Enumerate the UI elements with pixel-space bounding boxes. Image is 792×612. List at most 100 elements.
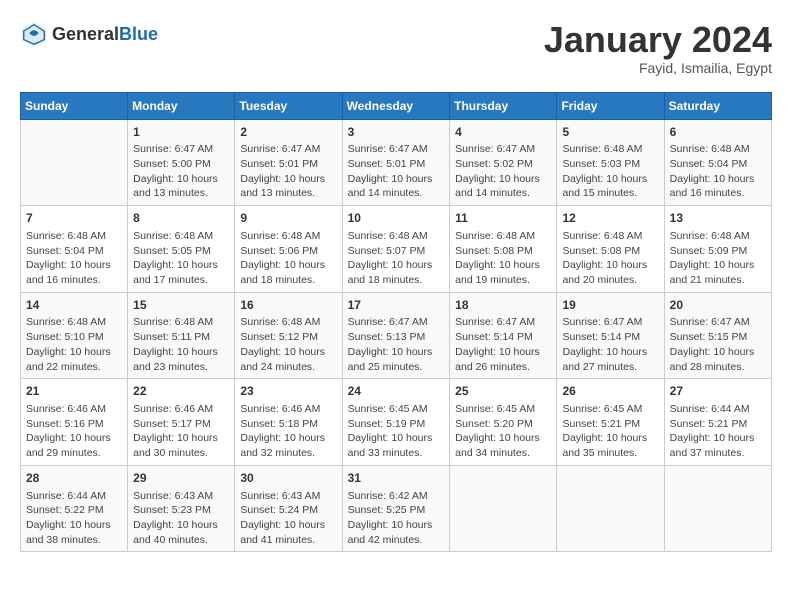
day-number: 8 [133,210,229,227]
calendar-cell: 16Sunrise: 6:48 AM Sunset: 5:12 PM Dayli… [235,292,342,379]
calendar-cell: 25Sunrise: 6:45 AM Sunset: 5:20 PM Dayli… [450,379,557,466]
cell-content: Sunrise: 6:47 AM Sunset: 5:02 PM Dayligh… [455,142,551,201]
day-number: 24 [348,383,445,400]
day-number: 26 [562,383,658,400]
cell-content: Sunrise: 6:47 AM Sunset: 5:15 PM Dayligh… [670,315,766,374]
week-row-5: 28Sunrise: 6:44 AM Sunset: 5:22 PM Dayli… [21,465,772,552]
calendar-cell: 27Sunrise: 6:44 AM Sunset: 5:21 PM Dayli… [664,379,771,466]
day-number: 29 [133,470,229,487]
cell-content: Sunrise: 6:48 AM Sunset: 5:11 PM Dayligh… [133,315,229,374]
calendar-cell: 5Sunrise: 6:48 AM Sunset: 5:03 PM Daylig… [557,119,664,206]
calendar-cell: 22 Sunrise: 6:46 AM Sunset: 5:17 PM Dayli… [128,379,235,466]
calendar-cell: 12Sunrise: 6:48 AM Sunset: 5:08 PM Dayli… [557,206,664,293]
calendar-cell: 31 Sunrise: 6:42 AM Sunset: 5:25 PM Dayli… [342,465,450,552]
col-header-sunday: Sunday [21,92,128,119]
cell-content: Sunrise: 6:45 AM Sunset: 5:20 PM Dayligh… [455,402,551,461]
day-number: 9 [240,210,336,227]
day-number: 7 [26,210,122,227]
week-row-3: 14Sunrise: 6:48 AM Sunset: 5:10 PM Dayli… [21,292,772,379]
cell-content: Sunrise: 6:48 AM Sunset: 5:03 PM Dayligh… [562,142,658,201]
day-number: 5 [562,124,658,141]
cell-content: Sunrise: 6:47 AM Sunset: 5:00 PM Dayligh… [133,142,229,201]
title-block: January 2024 Fayid, Ismailia, Egypt [544,20,772,76]
day-number: 3 [348,124,445,141]
day-number: 11 [455,210,551,227]
calendar-cell: 10Sunrise: 6:48 AM Sunset: 5:07 PM Dayli… [342,206,450,293]
cell-content: Sunrise: 6:47 AM Sunset: 5:14 PM Dayligh… [562,315,658,374]
calendar-cell: 13 Sunrise: 6:48 AM Sunset: 5:09 PM Dayli… [664,206,771,293]
week-row-4: 21 Sunrise: 6:46 AM Sunset: 5:16 PM Dayli… [21,379,772,466]
cell-content: Sunrise: 6:47 AM Sunset: 5:14 PM Dayligh… [455,315,551,374]
day-number: 4 [455,124,551,141]
calendar-cell: 4Sunrise: 6:47 AM Sunset: 5:02 PM Daylig… [450,119,557,206]
col-header-tuesday: Tuesday [235,92,342,119]
cell-content: Sunrise: 6:47 AM Sunset: 5:13 PM Dayligh… [348,315,445,374]
logo-icon [20,20,48,48]
calendar-cell: 17Sunrise: 6:47 AM Sunset: 5:13 PM Dayli… [342,292,450,379]
cell-content: Sunrise: 6:47 AM Sunset: 5:01 PM Dayligh… [348,142,445,201]
calendar-cell [450,465,557,552]
col-header-friday: Friday [557,92,664,119]
cell-content: Sunrise: 6:48 AM Sunset: 5:10 PM Dayligh… [26,315,122,374]
day-number: 22 [133,383,229,400]
day-number: 14 [26,297,122,314]
calendar-cell: 28Sunrise: 6:44 AM Sunset: 5:22 PM Dayli… [21,465,128,552]
cell-content: Sunrise: 6:47 AM Sunset: 5:01 PM Dayligh… [240,142,336,201]
cell-content: Sunrise: 6:44 AM Sunset: 5:21 PM Dayligh… [670,402,766,461]
col-header-saturday: Saturday [664,92,771,119]
cell-content: Sunrise: 6:48 AM Sunset: 5:05 PM Dayligh… [133,229,229,288]
cell-content: Sunrise: 6:42 AM Sunset: 5:25 PM Dayligh… [348,489,445,548]
cell-content: Sunrise: 6:43 AM Sunset: 5:23 PM Dayligh… [133,489,229,548]
cell-content: Sunrise: 6:45 AM Sunset: 5:21 PM Dayligh… [562,402,658,461]
calendar-table: SundayMondayTuesdayWednesdayThursdayFrid… [20,92,772,553]
cell-content: Sunrise: 6:48 AM Sunset: 5:04 PM Dayligh… [670,142,766,201]
day-number: 21 [26,383,122,400]
cell-content: Sunrise: 6:46 AM Sunset: 5:17 PM Dayligh… [133,402,229,461]
cell-content: Sunrise: 6:48 AM Sunset: 5:04 PM Dayligh… [26,229,122,288]
calendar-cell: 21 Sunrise: 6:46 AM Sunset: 5:16 PM Dayli… [21,379,128,466]
cell-content: Sunrise: 6:48 AM Sunset: 5:12 PM Dayligh… [240,315,336,374]
calendar-cell: 1Sunrise: 6:47 AM Sunset: 5:00 PM Daylig… [128,119,235,206]
day-number: 20 [670,297,766,314]
logo-general-text: General [52,24,119,44]
calendar-cell: 6Sunrise: 6:48 AM Sunset: 5:04 PM Daylig… [664,119,771,206]
cell-content: Sunrise: 6:48 AM Sunset: 5:06 PM Dayligh… [240,229,336,288]
calendar-cell: 7 Sunrise: 6:48 AM Sunset: 5:04 PM Daylig… [21,206,128,293]
day-number: 2 [240,124,336,141]
col-header-thursday: Thursday [450,92,557,119]
week-row-2: 7 Sunrise: 6:48 AM Sunset: 5:04 PM Daylig… [21,206,772,293]
month-title: January 2024 [544,20,772,60]
logo: GeneralBlue [20,20,158,48]
page-header: GeneralBlue January 2024 Fayid, Ismailia… [20,20,772,76]
calendar-cell: 19Sunrise: 6:47 AM Sunset: 5:14 PM Dayli… [557,292,664,379]
day-number: 13 [670,210,766,227]
cell-content: Sunrise: 6:45 AM Sunset: 5:19 PM Dayligh… [348,402,445,461]
cell-content: Sunrise: 6:46 AM Sunset: 5:16 PM Dayligh… [26,402,122,461]
day-number: 19 [562,297,658,314]
calendar-cell: 30 Sunrise: 6:43 AM Sunset: 5:24 PM Dayli… [235,465,342,552]
day-number: 18 [455,297,551,314]
calendar-cell: 18Sunrise: 6:47 AM Sunset: 5:14 PM Dayli… [450,292,557,379]
calendar-cell [21,119,128,206]
location-text: Fayid, Ismailia, Egypt [544,60,772,76]
cell-content: Sunrise: 6:48 AM Sunset: 5:09 PM Dayligh… [670,229,766,288]
day-number: 23 [240,383,336,400]
header-row: SundayMondayTuesdayWednesdayThursdayFrid… [21,92,772,119]
col-header-monday: Monday [128,92,235,119]
calendar-cell: 3Sunrise: 6:47 AM Sunset: 5:01 PM Daylig… [342,119,450,206]
day-number: 30 [240,470,336,487]
calendar-cell: 15Sunrise: 6:48 AM Sunset: 5:11 PM Dayli… [128,292,235,379]
cell-content: Sunrise: 6:43 AM Sunset: 5:24 PM Dayligh… [240,489,336,548]
calendar-cell: 14Sunrise: 6:48 AM Sunset: 5:10 PM Dayli… [21,292,128,379]
day-number: 31 [348,470,445,487]
day-number: 1 [133,124,229,141]
calendar-cell: 26 Sunrise: 6:45 AM Sunset: 5:21 PM Dayli… [557,379,664,466]
cell-content: Sunrise: 6:46 AM Sunset: 5:18 PM Dayligh… [240,402,336,461]
day-number: 17 [348,297,445,314]
day-number: 15 [133,297,229,314]
calendar-cell: 20Sunrise: 6:47 AM Sunset: 5:15 PM Dayli… [664,292,771,379]
calendar-cell: 9 Sunrise: 6:48 AM Sunset: 5:06 PM Daylig… [235,206,342,293]
calendar-cell: 2Sunrise: 6:47 AM Sunset: 5:01 PM Daylig… [235,119,342,206]
col-header-wednesday: Wednesday [342,92,450,119]
cell-content: Sunrise: 6:48 AM Sunset: 5:07 PM Dayligh… [348,229,445,288]
